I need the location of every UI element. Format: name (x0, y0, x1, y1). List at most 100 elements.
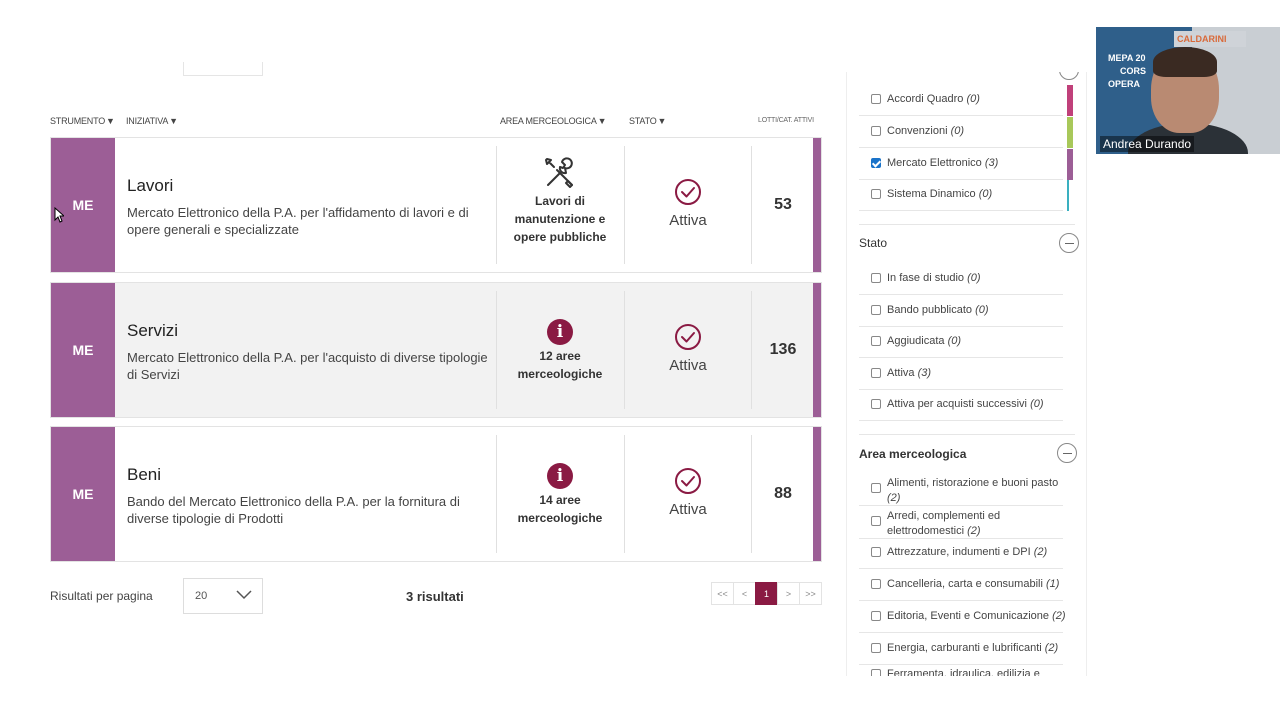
initiative-title[interactable]: Lavori (127, 176, 173, 196)
filter-count: (3) (917, 367, 932, 379)
filter-label: Bando pubblicato (0) (887, 304, 989, 316)
filter-label: Arredi, complementi ed elettrodomestici … (887, 509, 1067, 539)
wrench-screwdriver-icon (545, 157, 573, 188)
filter-item-area[interactable]: Cancelleria, carta e consumabili (1) (859, 570, 1063, 601)
filter-item-stato[interactable]: Aggiudicata (0) (859, 327, 1063, 358)
sort-iniziativa[interactable]: INIZIATIVA▼ (126, 116, 178, 126)
filter-count: (0) (975, 304, 989, 316)
stato-cell: Attiva (625, 178, 751, 229)
filter-item-area[interactable]: Attrezzature, indumenti e DPI (2) (859, 538, 1063, 569)
sort-area[interactable]: AREA MERCEOLOGICA▼ (500, 116, 607, 126)
sort-strumento[interactable]: STRUMENTO▼ (50, 116, 115, 126)
strumento-color-bar (1067, 117, 1073, 148)
filter-item-area[interactable]: Alimenti, ristorazione e buoni pasto (2) (859, 474, 1063, 506)
filter-label: Mercato Elettronico (3) (887, 157, 998, 169)
filter-label: Cancelleria, carta e consumabili (1) (887, 578, 1059, 590)
initiative-card[interactable]: ME Lavori Mercato Elettronico della P.A.… (50, 137, 822, 273)
checkbox[interactable] (871, 399, 881, 409)
filter-item-accordi-quadro[interactable]: Accordi Quadro (0) (859, 85, 1063, 116)
filter-item-mercato-elettronico[interactable]: Mercato Elettronico (3) (859, 149, 1063, 180)
company-logo: CALDARINI (1174, 31, 1246, 47)
filter-item-area[interactable]: Ferramenta, idraulica, edilizia e (859, 660, 1063, 676)
initiative-card[interactable]: ME Beni Bando del Mercato Elettronico de… (50, 426, 822, 562)
results-per-page-select[interactable]: 20 (183, 578, 263, 614)
sort-stato[interactable]: STATO▼ (629, 116, 666, 126)
checkbox-checked[interactable] (871, 158, 881, 168)
slide-line: OPERA (1108, 79, 1141, 89)
filter-count: (0) (950, 125, 965, 137)
strumento-badge: ME (51, 427, 115, 561)
area-label: Lavori di manutenzione e opere pubbliche (513, 194, 607, 244)
filter-text: Attiva per acquisti successivi (887, 398, 1027, 410)
filter-item-stato[interactable]: Attiva per acquisti successivi (0) (859, 390, 1063, 421)
checkbox[interactable] (871, 305, 881, 315)
filter-text: Sistema Dinamico (887, 188, 976, 200)
page-current-button[interactable]: 1 (755, 582, 778, 605)
checkbox[interactable] (871, 611, 881, 621)
filter-label: Alimenti, ristorazione e buoni pasto (2) (887, 476, 1067, 506)
checkbox[interactable] (871, 643, 881, 653)
col-strumento-label: STRUMENTO (50, 116, 106, 126)
filter-count: (0) (947, 335, 962, 347)
checkbox[interactable] (871, 368, 881, 378)
filter-label: In fase di studio (0) (887, 272, 981, 284)
filter-item-stato[interactable]: In fase di studio (0) (859, 264, 1063, 295)
filter-item-convenzioni[interactable]: Convenzioni (0) (859, 117, 1063, 148)
section-title-stato: Stato (859, 236, 888, 250)
filter-count: (2) (887, 492, 901, 504)
initiative-title[interactable]: Servizi (127, 321, 178, 341)
checkbox[interactable] (871, 189, 881, 199)
stato-label: Attiva (669, 212, 707, 229)
stato-label: Attiva (669, 501, 707, 518)
area-label: 14 aree merceologiche (517, 493, 603, 525)
collapse-area-icon[interactable] (1057, 443, 1077, 463)
info-icon[interactable]: i (547, 319, 573, 345)
page-last-button[interactable]: >> (799, 582, 822, 605)
page: STRUMENTO▼ INIZIATIVA▼ AREA MERCEOLOGICA… (0, 0, 1280, 720)
page-next-button[interactable]: > (777, 582, 800, 605)
page-first-button[interactable]: << (711, 582, 734, 605)
filter-item-sistema-dinamico[interactable]: Sistema Dinamico (0) (859, 180, 1063, 211)
checkbox[interactable] (871, 669, 881, 676)
filter-item-area[interactable]: Arredi, complementi ed elettrodomestici … (859, 507, 1063, 539)
checkbox[interactable] (871, 126, 881, 136)
info-icon[interactable]: i (547, 463, 573, 489)
filter-text: Cancelleria, carta e consumabili (887, 578, 1043, 590)
checkbox[interactable] (871, 336, 881, 346)
filter-count: (0) (967, 272, 981, 284)
checkbox[interactable] (871, 94, 881, 104)
checkbox[interactable] (871, 516, 881, 526)
area-merceologica[interactable]: i 12 aree merceologiche (497, 319, 623, 383)
area-merceologica[interactable]: i 14 aree merceologiche (497, 463, 623, 527)
slide-text: MEPA 20 CORS OPERA (1108, 52, 1146, 91)
filter-label: Ferramenta, idraulica, edilizia e (887, 668, 1040, 676)
filter-label: Attiva (3) (887, 367, 931, 379)
filter-count: (2) (1033, 546, 1048, 558)
filter-text: In fase di studio (887, 272, 965, 284)
initiative-card[interactable]: ME Servizi Mercato Elettronico della P.A… (50, 282, 822, 418)
filter-item-area[interactable]: Editoria, Eventi e Comunicazione (2) (859, 602, 1066, 633)
checkbox[interactable] (871, 483, 881, 493)
sort-down-icon: ▼ (106, 116, 115, 126)
filter-label: Accordi Quadro (0) (887, 93, 980, 105)
check-circle-icon (675, 324, 701, 350)
checkbox[interactable] (871, 273, 881, 283)
filter-label: Attrezzature, indumenti e DPI (2) (887, 546, 1047, 558)
participant-name: Andrea Durando (1100, 136, 1195, 152)
collapse-stato-icon[interactable] (1059, 233, 1079, 253)
filter-text: Attiva (887, 367, 915, 379)
filter-count: (2) (1052, 610, 1066, 622)
filter-label: Energia, carburanti e lubrificanti (2) (887, 642, 1058, 654)
filter-item-stato[interactable]: Bando pubblicato (0) (859, 296, 1063, 327)
checkbox[interactable] (871, 579, 881, 589)
initiative-title[interactable]: Beni (127, 465, 161, 485)
collapse-strumento-icon[interactable] (1059, 72, 1079, 80)
filter-count: (2) (967, 525, 981, 537)
filter-text: Ferramenta, idraulica, edilizia e (887, 668, 1040, 676)
filter-text: Alimenti, ristorazione e buoni pasto (887, 477, 1059, 489)
checkbox[interactable] (871, 547, 881, 557)
page-prev-button[interactable]: < (733, 582, 756, 605)
strumento-badge: ME (51, 138, 115, 272)
filter-text: Bando pubblicato (887, 304, 973, 316)
filter-item-stato[interactable]: Attiva (3) (859, 359, 1063, 390)
